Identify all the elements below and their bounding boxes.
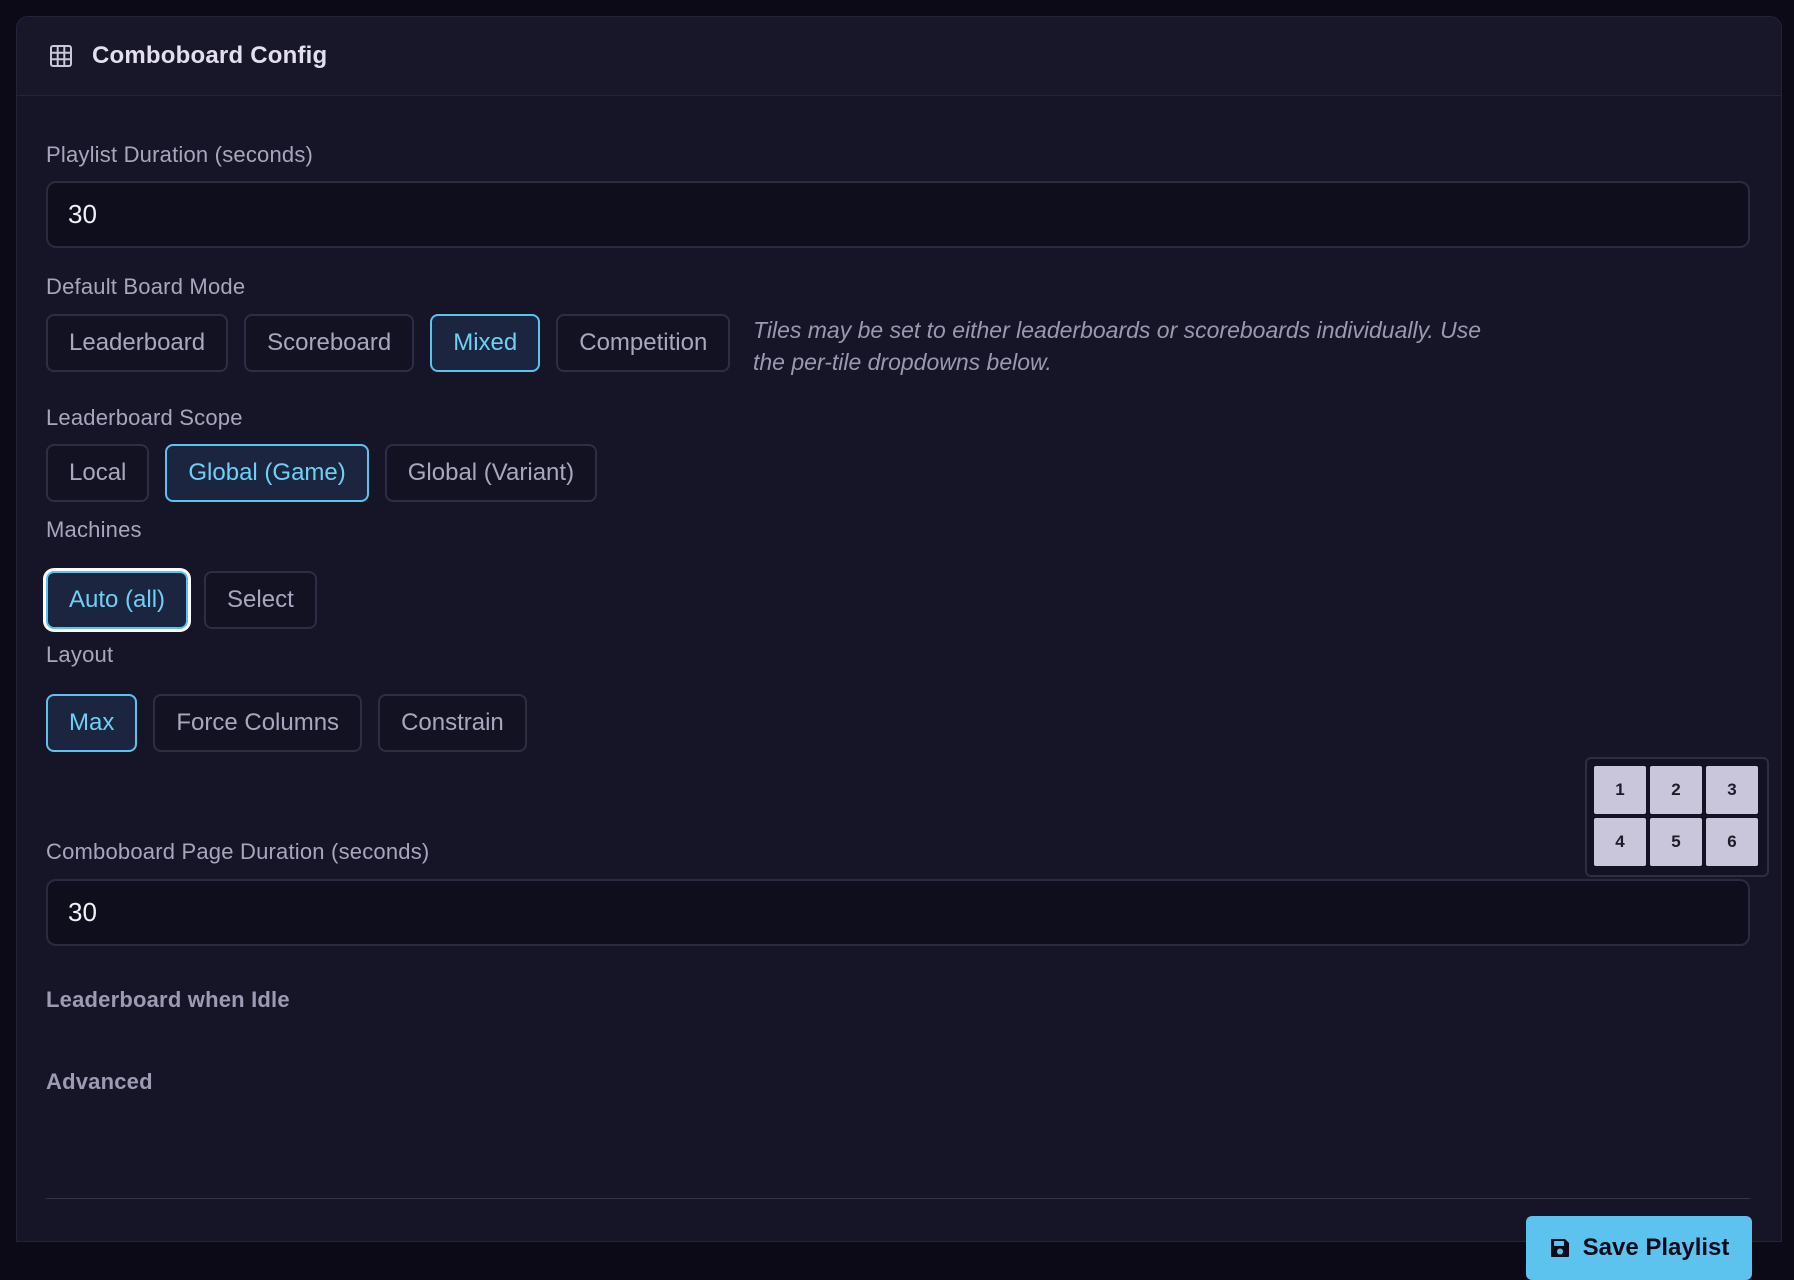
comboboard-config-panel: Comboboard Config Playlist Duration (sec… — [16, 16, 1782, 1280]
tile-1: 1 — [1594, 766, 1646, 814]
machines-select-button[interactable]: Select — [204, 571, 317, 629]
tile-3: 3 — [1706, 766, 1758, 814]
tile-4: 4 — [1594, 818, 1646, 866]
machines-auto-button[interactable]: Auto (all) — [46, 571, 189, 629]
page-duration-label: Comboboard Page Duration (seconds) — [46, 839, 430, 864]
scope-global-game-button[interactable]: Global (Game) — [165, 444, 369, 502]
layout-options: Max Force Columns Constrain — [46, 694, 527, 752]
board-mode-leaderboard-button[interactable]: Leaderboard — [46, 314, 229, 372]
machines-options: Auto (all) Select — [46, 571, 317, 629]
layout-label: Layout — [46, 642, 114, 667]
layout-max-button[interactable]: Max — [46, 694, 138, 752]
tile-2: 2 — [1650, 766, 1702, 814]
layout-constrain-button[interactable]: Constrain — [378, 694, 527, 752]
tile-6: 6 — [1706, 818, 1758, 866]
playlist-duration-label: Playlist Duration (seconds) — [46, 142, 314, 167]
board-mode-label: Default Board Mode — [46, 274, 246, 299]
floppy-disk-icon — [1550, 1239, 1569, 1257]
save-playlist-label: Save Playlist — [1582, 1234, 1730, 1261]
board-mode-competition-button[interactable]: Competition — [556, 314, 731, 372]
grid-icon — [50, 45, 72, 67]
panel-title: Comboboard Config — [92, 42, 328, 69]
leaderboard-scope-options: Local Global (Game) Global (Variant) — [46, 444, 598, 502]
advanced-section-toggle[interactable]: Advanced — [46, 1069, 153, 1095]
leaderboard-scope-label: Leaderboard Scope — [46, 405, 243, 430]
playlist-duration-input[interactable] — [46, 181, 1750, 248]
layout-force-columns-button[interactable]: Force Columns — [153, 694, 363, 752]
page-duration-input[interactable] — [46, 879, 1750, 946]
scope-local-button[interactable]: Local — [46, 444, 150, 502]
tile-5: 5 — [1650, 818, 1702, 866]
footer-divider — [46, 1198, 1750, 1199]
board-mode-options: Leaderboard Scoreboard Mixed Competition — [46, 314, 731, 372]
leaderboard-idle-section-toggle[interactable]: Leaderboard when Idle — [46, 987, 290, 1013]
scope-global-variant-button[interactable]: Global (Variant) — [384, 444, 598, 502]
layout-tile-preview: 1 2 3 4 5 6 — [1585, 757, 1769, 877]
panel-header: Comboboard Config — [17, 17, 1781, 96]
board-mode-hint: Tiles may be set to either leaderboards … — [753, 317, 1482, 375]
board-mode-mixed-button[interactable]: Mixed — [430, 314, 541, 372]
board-mode-scoreboard-button[interactable]: Scoreboard — [244, 314, 415, 372]
machines-label: Machines — [46, 517, 142, 542]
